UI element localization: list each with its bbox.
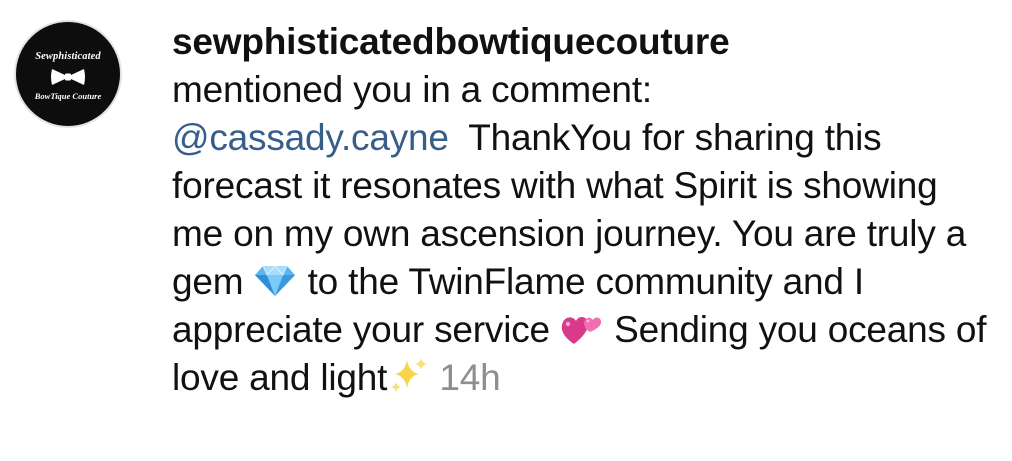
two-hearts-icon xyxy=(561,317,602,344)
notification-text: sewphisticatedbowtiquecouture mentioned … xyxy=(172,18,992,402)
avatar-logo-text-bottom: BowTique Couture xyxy=(34,91,102,101)
avatar-logo-text-top: Sewphisticated xyxy=(35,51,101,62)
timestamp: 14h xyxy=(439,357,501,398)
username-link[interactable]: sewphisticatedbowtiquecouture xyxy=(172,18,992,66)
mention-link[interactable]: @cassady.cayne xyxy=(172,117,449,158)
bow-tie-icon xyxy=(51,69,85,85)
gem-icon xyxy=(255,265,296,296)
sparkles-icon xyxy=(391,358,428,392)
avatar[interactable]: Sewphisticated BowTique Couture xyxy=(14,20,122,128)
action-text: mentioned you in a comment: xyxy=(172,69,652,110)
